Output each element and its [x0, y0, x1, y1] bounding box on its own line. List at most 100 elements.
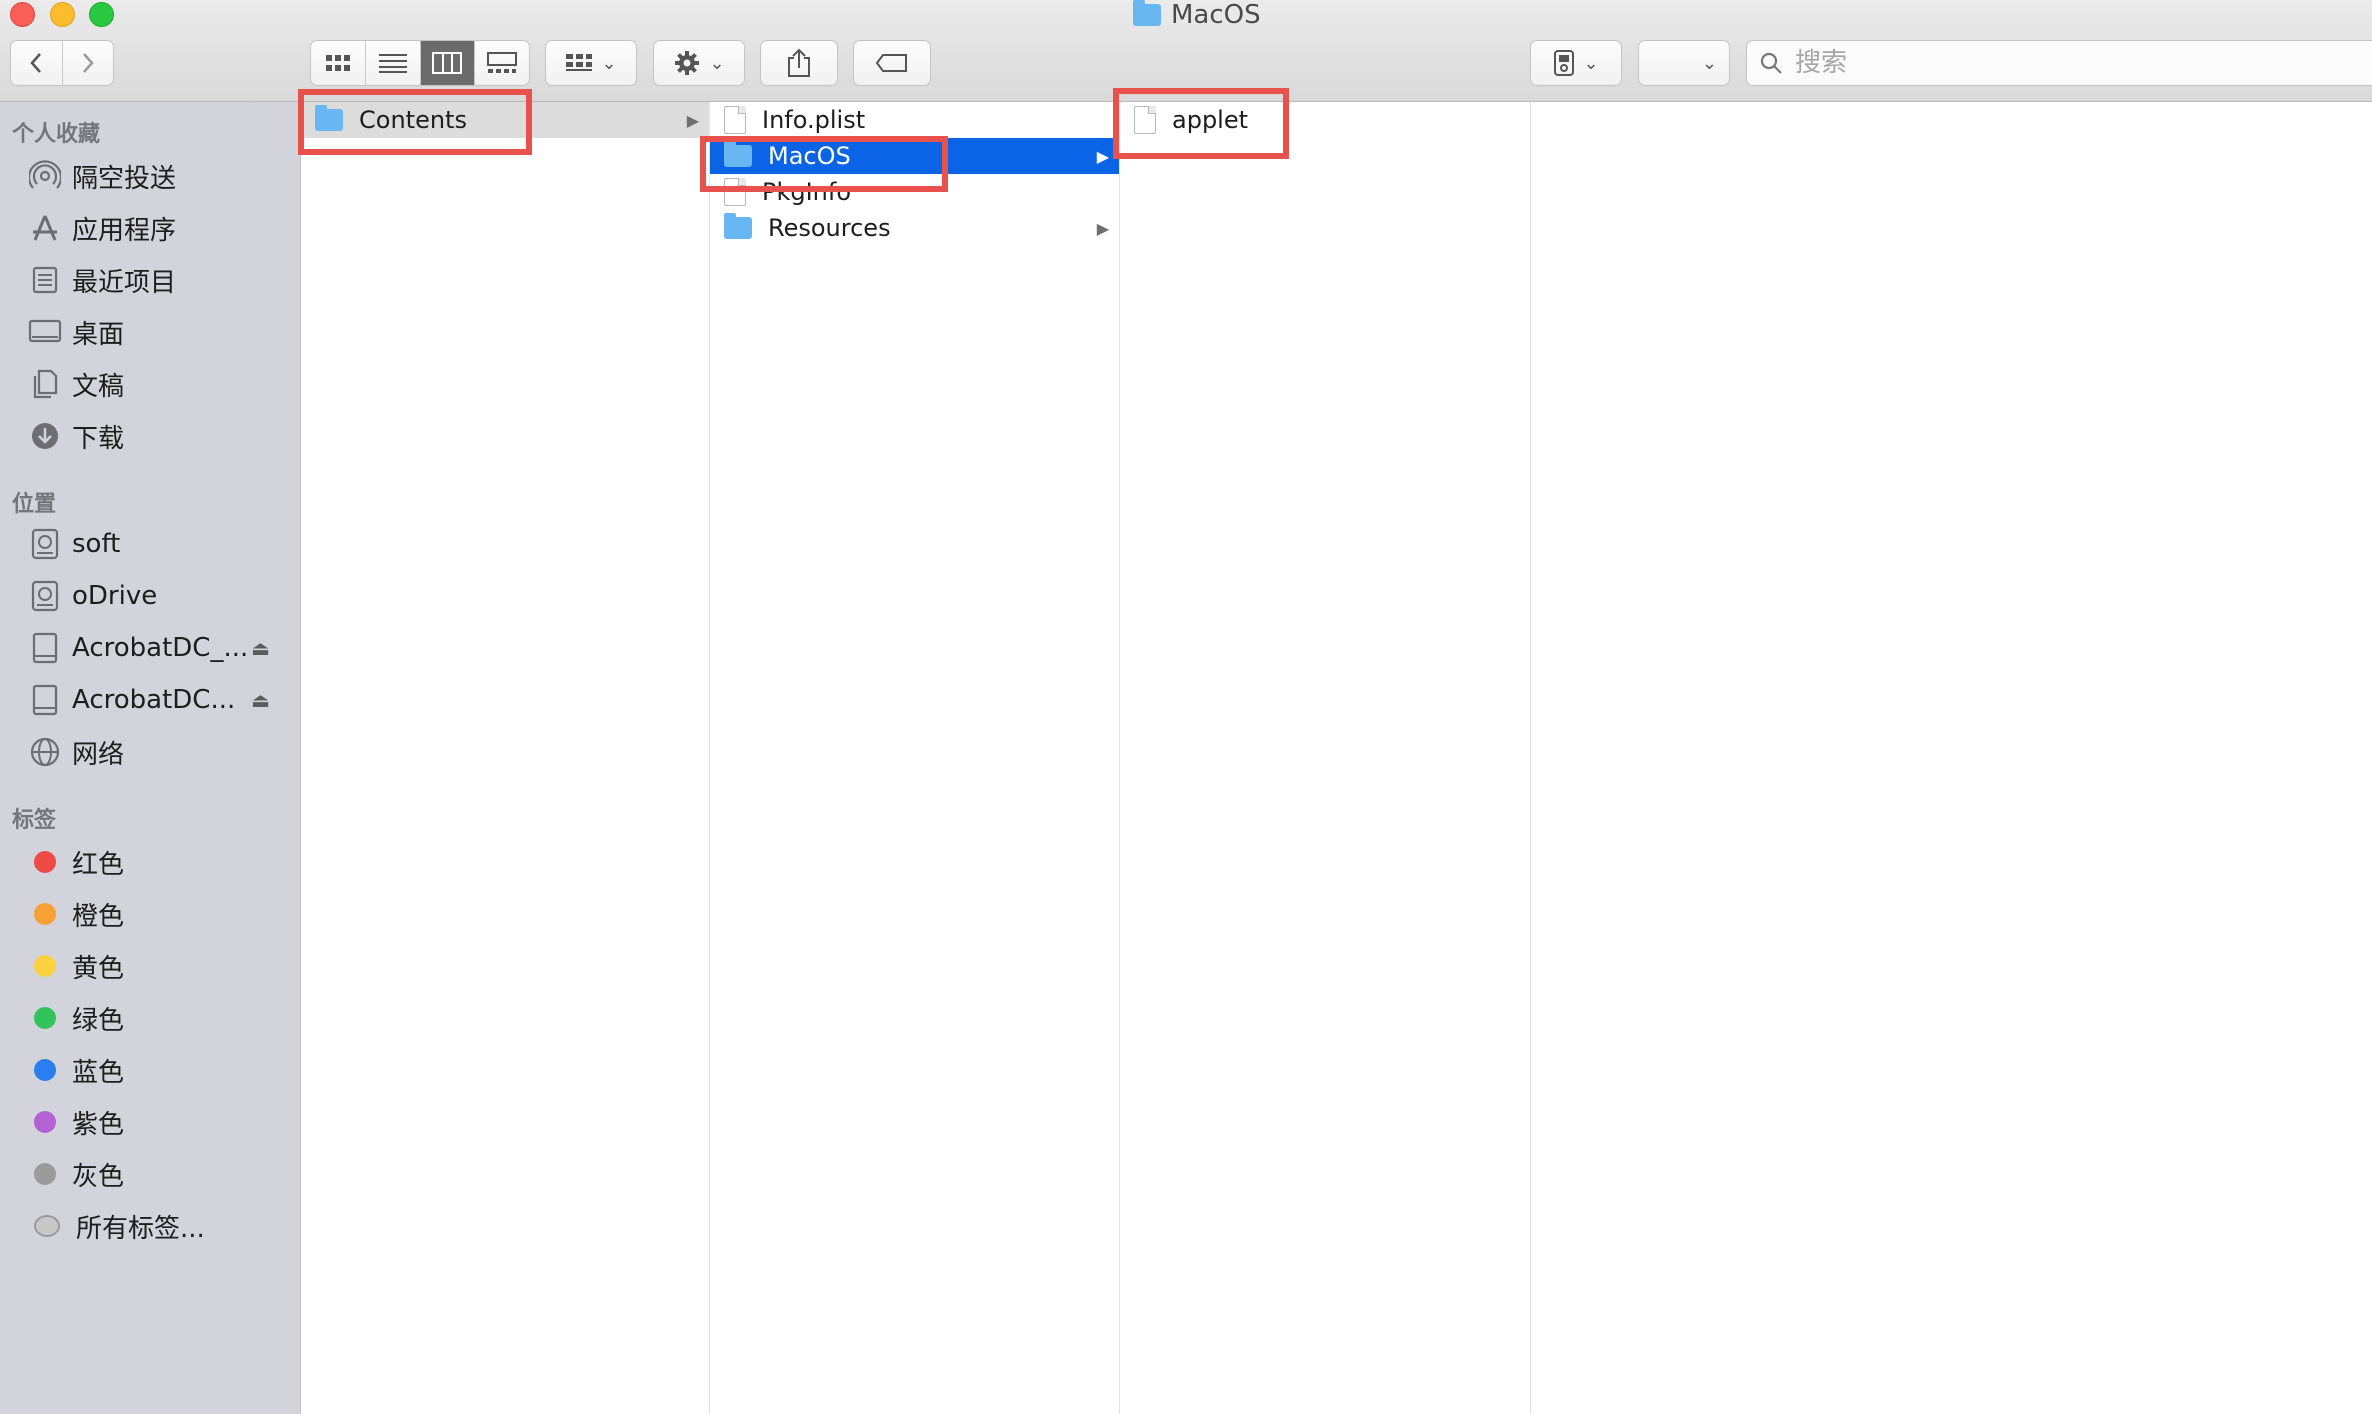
sidebar-item-airdrop[interactable]: 隔空投送 [28, 154, 288, 198]
sidebar-item-applications[interactable]: 应用程序 [28, 206, 288, 250]
column-row-pkginfo[interactable]: PkgInfo [710, 174, 1119, 210]
gallery-view-button[interactable] [475, 41, 529, 85]
share-icon [788, 48, 810, 77]
folder-icon [1133, 0, 1161, 26]
eject-icon[interactable]: ⏏ [251, 688, 270, 712]
sidebar-all-tags[interactable]: 所有标签... [28, 1204, 288, 1248]
sidebar-item-label: 应用程序 [72, 215, 177, 246]
sidebar-item-label: 隔空投送 [72, 163, 177, 194]
disk-image-icon [28, 631, 62, 665]
column-row-contents[interactable]: Contents ▶ [301, 102, 709, 138]
group-icon [566, 54, 593, 71]
disclosure-arrow-icon: ▶ [686, 110, 699, 130]
row-label: applet [1172, 106, 1249, 134]
sidebar-item-acrobat-1[interactable]: AcrobatDC_... ⏏ [28, 626, 288, 670]
browser-column-3: applet [1120, 102, 1531, 1414]
sidebar-item-label: 黄色 [72, 953, 125, 984]
arrange-menu-button[interactable]: ⌄ [1638, 40, 1730, 86]
favorites-header: 个人收藏 [12, 122, 101, 147]
close-window-button[interactable] [10, 2, 35, 27]
navigation-buttons [10, 40, 114, 86]
chevron-down-icon: ⌄ [1583, 52, 1599, 74]
file-icon [1134, 106, 1156, 134]
recents-icon [28, 263, 62, 297]
sidebar-item-label: 绿色 [72, 1005, 125, 1036]
window-title: MacOS [1133, 0, 1261, 30]
icon-view-button[interactable] [311, 41, 366, 85]
column-row-macos[interactable]: MacOS ▶ [710, 138, 1119, 174]
sidebar-item-documents[interactable]: 文稿 [28, 362, 288, 406]
search-field[interactable] [1746, 40, 2372, 86]
forward-button[interactable] [63, 41, 114, 85]
sidebar-item-downloads[interactable]: 下载 [28, 414, 288, 458]
sidebar-item-acrobat-2[interactable]: AcrobatDC... ⏏ [28, 678, 288, 722]
disk-icon [28, 579, 62, 613]
sidebar-tag-blue[interactable]: 蓝色 [28, 1048, 288, 1092]
search-icon [1760, 52, 1782, 74]
window-toolbar: MacOS ⌄ ⌄ ⌄ ⌄ 搜索 [0, 0, 2372, 102]
chevron-down-icon: ⌄ [1701, 52, 1717, 74]
list-view-button[interactable] [366, 41, 421, 85]
sidebar-item-label: 灰色 [72, 1161, 125, 1192]
edit-tags-button[interactable] [853, 40, 931, 86]
sidebar-item-network[interactable]: 网络 [28, 730, 288, 774]
all-tags-icon [34, 1215, 60, 1237]
search-input[interactable] [1793, 47, 2357, 79]
sidebar-item-label: 紫色 [72, 1109, 125, 1140]
sidebar-item-soft[interactable]: soft [28, 522, 288, 566]
sidebar-item-label: 所有标签... [76, 1213, 205, 1244]
green-tag-icon [34, 1007, 56, 1029]
column-row-applet[interactable]: applet [1120, 102, 1530, 138]
sidebar-item-label: 蓝色 [72, 1057, 125, 1088]
share-button[interactable] [760, 40, 838, 86]
sidebar-item-label: 红色 [72, 849, 125, 880]
sidebar-item-label: soft [72, 529, 121, 559]
column-view-button[interactable] [420, 41, 476, 85]
row-label: Info.plist [762, 106, 866, 134]
tag-icon [875, 54, 907, 72]
eject-icon[interactable]: ⏏ [251, 636, 270, 660]
blue-tag-icon [34, 1059, 56, 1081]
sidebar-item-label: 下载 [72, 423, 125, 454]
red-tag-icon [34, 851, 56, 873]
column-view-icon [432, 52, 463, 74]
sidebar-tag-green[interactable]: 绿色 [28, 996, 288, 1040]
group-by-button[interactable]: ⌄ [545, 40, 637, 86]
sidebar-item-desktop[interactable]: 桌面 [28, 310, 288, 354]
sidebar-item-label: AcrobatDC... [72, 685, 236, 715]
disclosure-arrow-icon: ▶ [1096, 218, 1109, 238]
desktop-icon [28, 315, 62, 349]
browser-column-4 [1531, 102, 2372, 1414]
sidebar-item-recents[interactable]: 最近项目 [28, 258, 288, 302]
gear-icon [675, 51, 700, 75]
sidebar-tag-red[interactable]: 红色 [28, 840, 288, 884]
row-label: PkgInfo [762, 178, 852, 206]
chevron-down-icon: ⌄ [709, 52, 725, 74]
column-row-info-plist[interactable]: Info.plist [710, 102, 1119, 138]
sidebar-tag-orange[interactable]: 橙色 [28, 892, 288, 936]
column-row-resources[interactable]: Resources ▶ [710, 210, 1119, 246]
browser-column-2: Info.plist MacOS ▶ PkgInfo Resources ▶ [710, 102, 1120, 1414]
action-menu-button[interactable]: ⌄ [653, 40, 745, 86]
minimize-window-button[interactable] [50, 2, 75, 27]
sidebar-tag-gray[interactable]: 灰色 [28, 1152, 288, 1196]
sidebar-tag-purple[interactable]: 紫色 [28, 1100, 288, 1144]
tags-header: 标签 [12, 808, 57, 833]
back-button[interactable] [11, 41, 63, 85]
browser-column-1: Contents ▶ [301, 102, 710, 1414]
window-title-label: MacOS [1171, 0, 1261, 30]
sidebar-tag-yellow[interactable]: 黄色 [28, 944, 288, 988]
sidebar-item-odrive[interactable]: oDrive [28, 574, 288, 618]
zoom-window-button[interactable] [89, 2, 114, 27]
sidebar-item-label: 橙色 [72, 901, 125, 932]
purple-tag-icon [34, 1111, 56, 1133]
applications-icon [28, 211, 62, 245]
icon-view-icon [325, 55, 350, 71]
locations-header: 位置 [12, 492, 57, 517]
folder-icon [315, 105, 343, 131]
device-menu-button[interactable]: ⌄ [1530, 40, 1622, 86]
chevron-right-icon [82, 53, 94, 73]
folder-icon [724, 141, 752, 167]
sidebar-item-label: 网络 [72, 739, 125, 770]
sidebar-item-label: AcrobatDC_... [72, 633, 249, 663]
